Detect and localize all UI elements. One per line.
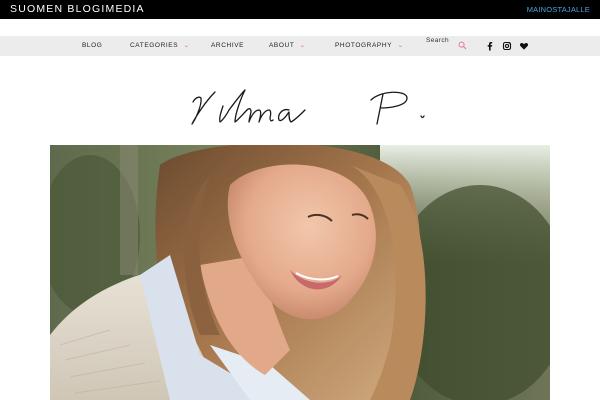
nav-item-blog[interactable]: BLOG <box>82 42 102 49</box>
nav-item-categories[interactable]: CATEGORIES ⌄ <box>130 42 190 49</box>
network-brand-link[interactable]: SUOMEN BLOGIMEDIA <box>10 3 145 15</box>
search-input[interactable] <box>424 45 460 53</box>
nav-item-photography[interactable]: PHOTOGRAPHY ⌄ <box>335 42 404 49</box>
nav-item-label: ARCHIVE <box>211 42 245 49</box>
nav-item-label: ABOUT <box>269 42 295 49</box>
hero-image <box>50 145 550 400</box>
nav-item-label: CATEGORIES <box>130 42 179 49</box>
chevron-down-icon: ⌄ <box>397 43 405 49</box>
nav-item-about[interactable]: ABOUT ⌄ <box>269 42 306 49</box>
network-topbar: SUOMEN BLOGIMEDIA MAINOSTAJALLE <box>0 0 600 19</box>
blog-logo-signature[interactable] <box>185 80 445 140</box>
heart-icon[interactable] <box>519 41 529 51</box>
instagram-icon[interactable] <box>502 41 512 51</box>
chevron-down-icon: ⌄ <box>299 43 307 49</box>
search-label: Search <box>426 37 449 44</box>
main-navigation: BLOG CATEGORIES ⌄ ARCHIVE ABOUT ⌄ PHOTOGRA… <box>0 36 600 56</box>
advertisers-link[interactable]: MAINOSTAJALLE <box>527 5 590 14</box>
nav-item-label: PHOTOGRAPHY <box>335 42 393 49</box>
chevron-down-icon: ⌄ <box>183 43 191 49</box>
nav-item-label: BLOG <box>82 42 103 49</box>
nav-item-archive[interactable]: ARCHIVE <box>211 42 244 49</box>
search-icon[interactable] <box>458 41 467 50</box>
facebook-icon[interactable] <box>485 41 495 51</box>
